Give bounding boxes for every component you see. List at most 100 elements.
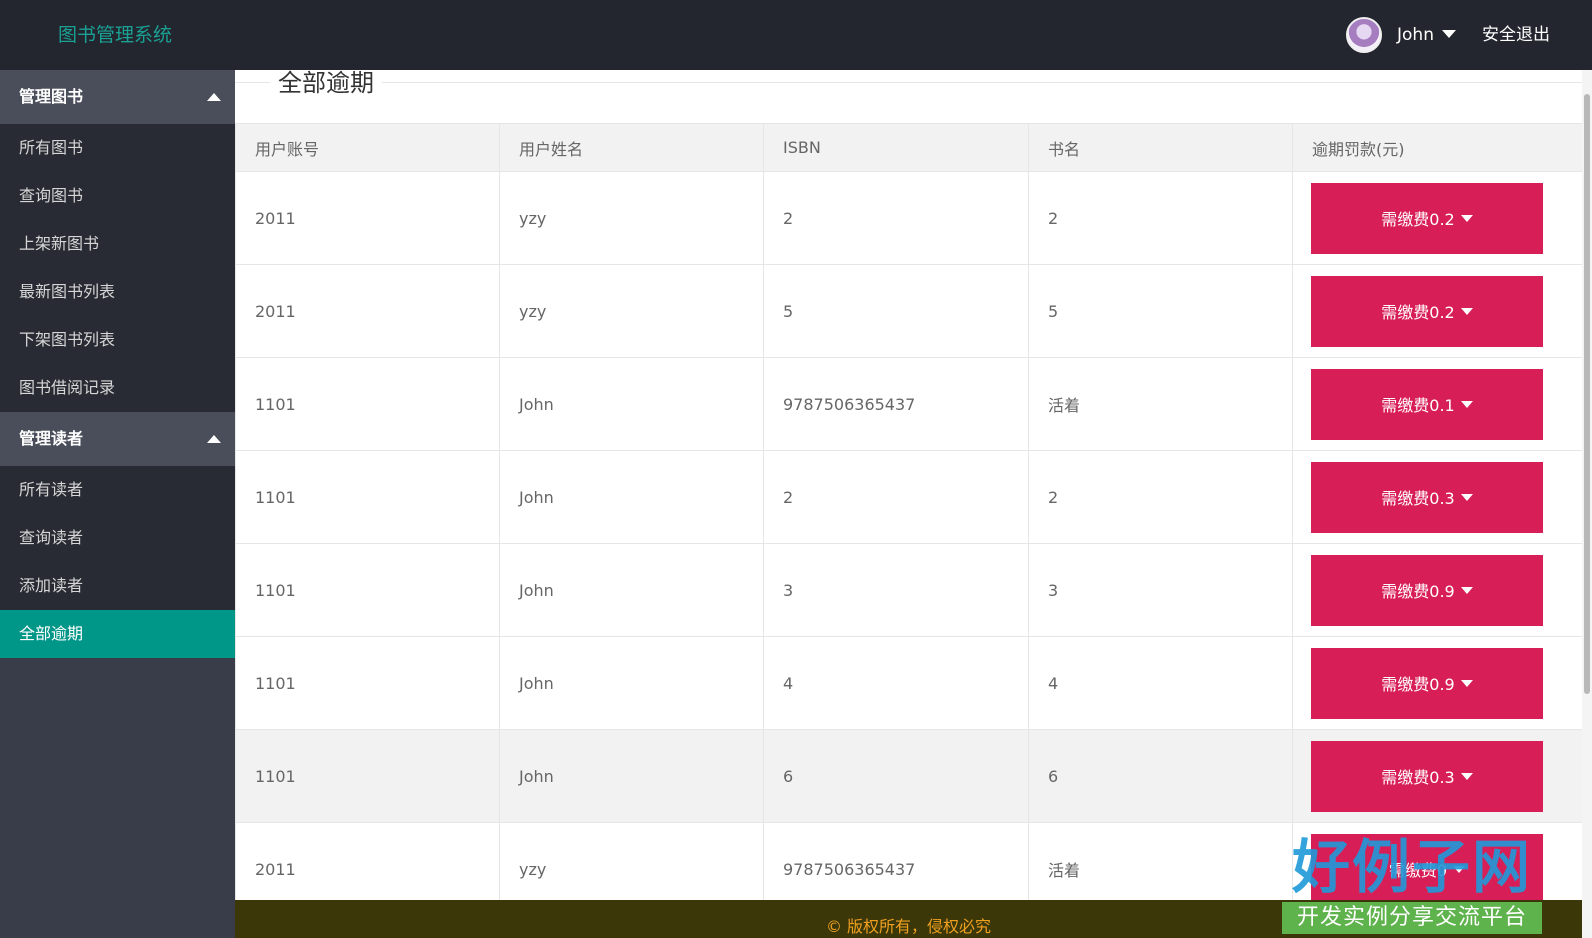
chevron-down-icon[interactable] bbox=[1442, 30, 1456, 38]
sidebar-item-all-books[interactable]: 所有图书 bbox=[0, 124, 235, 172]
cell-account: 2011 bbox=[235, 822, 500, 900]
cell-title: 5 bbox=[1028, 264, 1293, 358]
table-row: 2011 yzy 2 2 需缴费0.2 bbox=[235, 171, 1582, 265]
sidebar-item-add-book[interactable]: 上架新图书 bbox=[0, 220, 235, 268]
cell-account: 2011 bbox=[235, 171, 500, 265]
column-header-fine: 逾期罚款(元) bbox=[1292, 123, 1582, 172]
fine-label: 需缴费0.2 bbox=[1381, 210, 1455, 229]
table-row: 1101 John 9787506365437 活着 需缴费0.1 bbox=[235, 357, 1582, 451]
sidebar-item-all-overdue[interactable]: 全部逾期 bbox=[0, 610, 235, 658]
cell-fine: 需缴费0.3 bbox=[1292, 729, 1582, 823]
cell-title: 活着 bbox=[1028, 822, 1293, 900]
fine-label: 需缴费0.2 bbox=[1381, 303, 1455, 322]
sidebar-group-label: 管理图书 bbox=[19, 87, 84, 106]
cell-title: 2 bbox=[1028, 450, 1293, 544]
chevron-up-icon bbox=[207, 93, 221, 101]
cell-name: John bbox=[499, 636, 764, 730]
sidebar-group-label: 管理读者 bbox=[19, 429, 84, 448]
fine-label: 需缴费0.3 bbox=[1381, 489, 1455, 508]
table-row: 1101 John 4 4 需缴费0.9 bbox=[235, 636, 1582, 730]
column-header-account: 用户账号 bbox=[235, 123, 500, 172]
cell-account: 1101 bbox=[235, 729, 500, 823]
cell-isbn: 2 bbox=[763, 171, 1029, 265]
cell-fine: 需缴费0.9 bbox=[1292, 636, 1582, 730]
watermark-logo-text: 好例子网 bbox=[1291, 833, 1532, 901]
cell-account: 1101 bbox=[235, 450, 500, 544]
cell-account: 1101 bbox=[235, 543, 500, 637]
fine-label: 需缴费0.9 bbox=[1381, 582, 1455, 601]
cell-fine: 需缴费0.2 bbox=[1292, 171, 1582, 265]
title-divider bbox=[235, 82, 1582, 83]
chevron-down-icon bbox=[1460, 493, 1473, 501]
logout-link[interactable]: 安全退出 bbox=[1482, 0, 1550, 70]
user-menu-name[interactable]: John bbox=[1397, 0, 1434, 70]
sidebar-item-removed-books[interactable]: 下架图书列表 bbox=[0, 316, 235, 364]
column-header-isbn: ISBN bbox=[763, 123, 1029, 172]
cell-name: yzy bbox=[499, 822, 764, 900]
table-row: 1101 John 3 3 需缴费0.9 bbox=[235, 543, 1582, 637]
cell-isbn: 9787506365437 bbox=[763, 357, 1029, 451]
chevron-down-icon bbox=[1460, 772, 1473, 780]
sidebar-readers-list: 所有读者 查询读者 添加读者 全部逾期 bbox=[0, 466, 235, 658]
cell-name: John bbox=[499, 357, 764, 451]
table-header-row: 用户账号 用户姓名 ISBN 书名 逾期罚款(元) bbox=[235, 123, 1582, 172]
cell-title: 4 bbox=[1028, 636, 1293, 730]
table-row: 1101 John 2 2 需缴费0.3 bbox=[235, 450, 1582, 544]
cell-name: John bbox=[499, 450, 764, 544]
cell-name: John bbox=[499, 543, 764, 637]
chevron-down-icon bbox=[1460, 586, 1473, 594]
sidebar-item-latest-books[interactable]: 最新图书列表 bbox=[0, 268, 235, 316]
scrollbar-thumb[interactable] bbox=[1584, 94, 1590, 694]
cell-fine: 需缴费0.9 bbox=[1292, 543, 1582, 637]
cell-fine: 需缴费0.2 bbox=[1292, 264, 1582, 358]
fine-dropdown-button[interactable]: 需缴费0.2 bbox=[1311, 182, 1543, 254]
sidebar-item-borrow-records[interactable]: 图书借阅记录 bbox=[0, 364, 235, 412]
cell-title: 活着 bbox=[1028, 357, 1293, 451]
fine-dropdown-button[interactable]: 需缴费0.1 bbox=[1311, 368, 1543, 440]
main-content: 全部逾期 用户账号 用户姓名 ISBN 书名 逾期罚款(元) 2011 yzy … bbox=[235, 70, 1582, 900]
table-row: 1101 John 6 6 需缴费0.3 bbox=[235, 729, 1582, 823]
cell-fine: 需缴费0.1 bbox=[1292, 357, 1582, 451]
cell-isbn: 9787506365437 bbox=[763, 822, 1029, 900]
cell-name: yzy bbox=[499, 171, 764, 265]
fine-label: 需缴费0.1 bbox=[1381, 396, 1455, 415]
page-scrollbar[interactable] bbox=[1582, 70, 1592, 938]
cell-account: 2011 bbox=[235, 264, 500, 358]
user-avatar[interactable] bbox=[1346, 17, 1382, 53]
cell-isbn: 2 bbox=[763, 450, 1029, 544]
page-title: 全部逾期 bbox=[270, 70, 382, 98]
chevron-up-icon bbox=[207, 435, 221, 443]
fine-dropdown-button[interactable]: 需缴费0.9 bbox=[1311, 647, 1543, 719]
sidebar-group-books[interactable]: 管理图书 bbox=[0, 70, 235, 124]
cell-isbn: 6 bbox=[763, 729, 1029, 823]
cell-isbn: 3 bbox=[763, 543, 1029, 637]
app-title[interactable]: 图书管理系统 bbox=[58, 0, 172, 70]
overdue-table: 用户账号 用户姓名 ISBN 书名 逾期罚款(元) 2011 yzy 2 2 需… bbox=[235, 123, 1582, 900]
fine-dropdown-button[interactable]: 需缴费0.3 bbox=[1311, 740, 1543, 812]
column-header-name: 用户姓名 bbox=[499, 123, 764, 172]
column-header-title: 书名 bbox=[1028, 123, 1293, 172]
chevron-down-icon bbox=[1460, 214, 1473, 222]
fine-dropdown-button[interactable]: 需缴费0.2 bbox=[1311, 275, 1543, 347]
sidebar: 管理图书 所有图书 查询图书 上架新图书 最新图书列表 下架图书列表 图书借阅记… bbox=[0, 70, 235, 938]
cell-name: John bbox=[499, 729, 764, 823]
watermark-tagline: 开发实例分享交流平台 bbox=[1282, 902, 1542, 934]
sidebar-item-search-books[interactable]: 查询图书 bbox=[0, 172, 235, 220]
sidebar-item-all-readers[interactable]: 所有读者 bbox=[0, 466, 235, 514]
cell-account: 1101 bbox=[235, 636, 500, 730]
site-watermark-logo: 好例子网 开发实例分享交流平台 bbox=[1282, 832, 1542, 938]
cell-title: 3 bbox=[1028, 543, 1293, 637]
fine-dropdown-button[interactable]: 需缴费0.9 bbox=[1311, 554, 1543, 626]
chevron-down-icon bbox=[1460, 307, 1473, 315]
table-row: 2011 yzy 5 5 需缴费0.2 bbox=[235, 264, 1582, 358]
sidebar-item-search-readers[interactable]: 查询读者 bbox=[0, 514, 235, 562]
sidebar-item-add-reader[interactable]: 添加读者 bbox=[0, 562, 235, 610]
chevron-down-icon bbox=[1460, 679, 1473, 687]
cell-fine: 需缴费0.3 bbox=[1292, 450, 1582, 544]
cell-title: 6 bbox=[1028, 729, 1293, 823]
sidebar-group-readers[interactable]: 管理读者 bbox=[0, 412, 235, 466]
fine-dropdown-button[interactable]: 需缴费0.3 bbox=[1311, 461, 1543, 533]
cell-account: 1101 bbox=[235, 357, 500, 451]
cell-isbn: 4 bbox=[763, 636, 1029, 730]
sidebar-books-list: 所有图书 查询图书 上架新图书 最新图书列表 下架图书列表 图书借阅记录 bbox=[0, 124, 235, 412]
